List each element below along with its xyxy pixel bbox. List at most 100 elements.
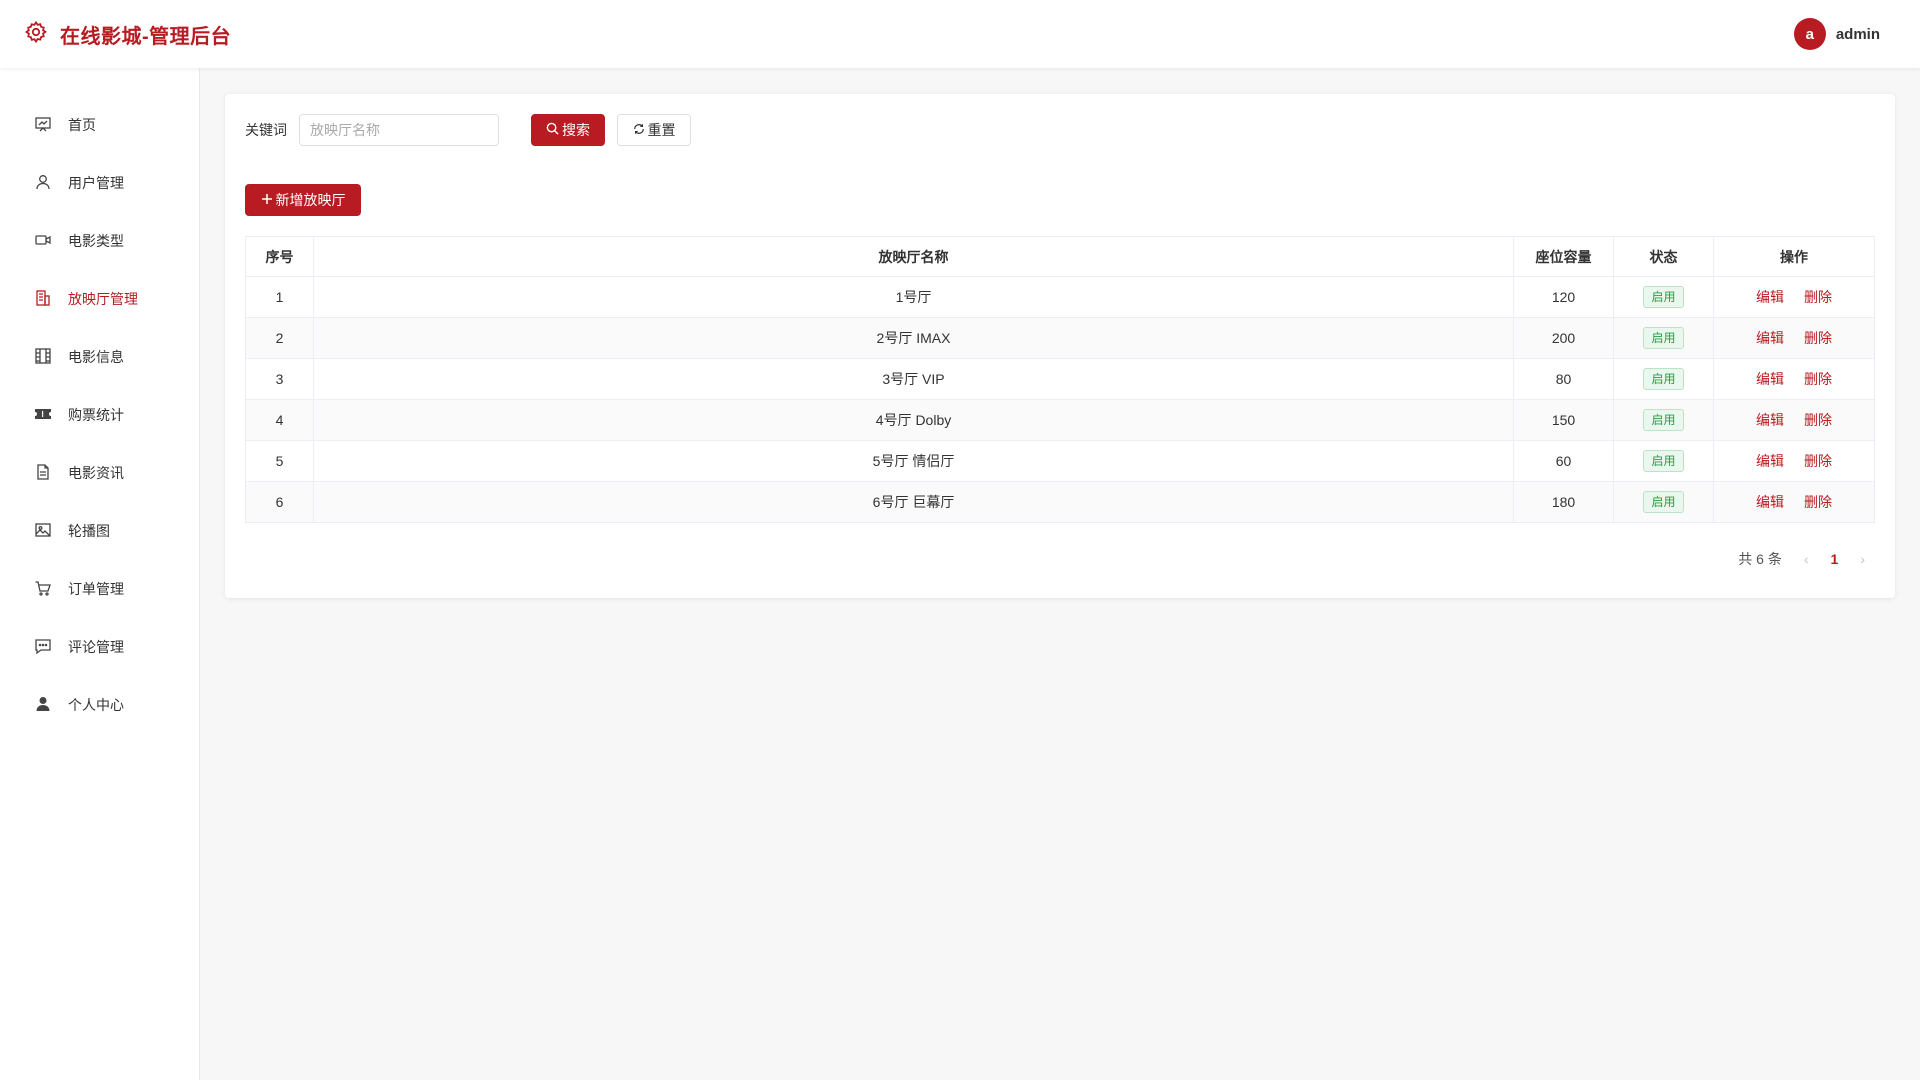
cell-actions: 编辑 删除 (1713, 440, 1875, 482)
col-name: 放映厅名称 (313, 236, 1514, 277)
table-row: 2 2号厅 IMAX 200 启用 编辑 删除 (245, 317, 1875, 359)
username[interactable]: admin (1836, 26, 1880, 43)
col-status: 状态 (1613, 236, 1714, 277)
status-badge: 启用 (1643, 450, 1684, 472)
total-count: 共 6 条 (1738, 551, 1782, 567)
sidebar-item-label: 用户管理 (68, 175, 124, 191)
edit-button[interactable]: 编辑 (1756, 492, 1784, 512)
table-row: 6 6号厅 巨幕厅 180 启用 编辑 删除 (245, 481, 1875, 523)
sidebar-item-news[interactable]: 电影资讯 (0, 444, 199, 502)
cell-actions: 编辑 删除 (1713, 317, 1875, 359)
search-bar: 关键词 搜索 重置 (245, 114, 1875, 146)
table-row: 1 1号厅 120 启用 编辑 删除 (245, 276, 1875, 318)
delete-button[interactable]: 删除 (1804, 492, 1832, 512)
cell-seats: 120 (1513, 276, 1614, 318)
sidebar-item-label: 电影资讯 (68, 465, 124, 481)
sidebar-item-label: 放映厅管理 (68, 291, 138, 307)
sidebar-item-users[interactable]: 用户管理 (0, 154, 199, 212)
cell-index: 6 (245, 481, 314, 523)
cell-seats: 80 (1513, 358, 1614, 400)
top-header: 在线影城-管理后台 a admin (0, 0, 1920, 68)
sidebar-item-carousel[interactable]: 轮播图 (0, 502, 199, 560)
edit-button[interactable]: 编辑 (1756, 410, 1784, 430)
page-number[interactable]: 1 (1831, 551, 1839, 567)
status-badge: 启用 (1643, 491, 1684, 513)
sidebar-item-profile[interactable]: 个人中心 (0, 676, 199, 734)
video-camera-icon (34, 231, 52, 252)
next-page-button[interactable]: › (1860, 551, 1865, 567)
cell-actions: 编辑 删除 (1713, 399, 1875, 441)
table-row: 4 4号厅 Dolby 150 启用 编辑 删除 (245, 399, 1875, 441)
content-card: 关键词 搜索 重置 新增放映厅 序号 放映厅名称 座位容量 状态 (225, 94, 1895, 598)
table-row: 5 5号厅 情侣厅 60 启用 编辑 删除 (245, 440, 1875, 482)
cell-seats: 180 (1513, 481, 1614, 523)
cell-index: 5 (245, 440, 314, 482)
cell-index: 4 (245, 399, 314, 441)
cell-actions: 编辑 删除 (1713, 358, 1875, 400)
edit-button[interactable]: 编辑 (1756, 369, 1784, 389)
add-hall-button[interactable]: 新增放映厅 (245, 184, 361, 216)
status-badge: 启用 (1643, 409, 1684, 431)
sidebar-item-halls[interactable]: 放映厅管理 (0, 270, 199, 328)
search-icon (546, 122, 559, 138)
app-title: 在线影城-管理后台 (60, 25, 232, 48)
sidebar-item-label: 电影信息 (68, 349, 124, 365)
delete-button[interactable]: 删除 (1804, 328, 1832, 348)
sidebar: 首页 用户管理 电影类型 放映厅管理 电影信息 购票统计 电影资讯 轮播图 订单… (0, 68, 200, 1080)
plus-icon (261, 192, 273, 208)
prev-page-button[interactable]: ‹ (1804, 551, 1809, 567)
sidebar-item-label: 电影类型 (68, 233, 124, 249)
status-badge: 启用 (1643, 368, 1684, 390)
film-grid-icon (34, 347, 52, 368)
col-actions: 操作 (1713, 236, 1875, 277)
halls-table: 序号 放映厅名称 座位容量 状态 操作 1 1号厅 120 启用 编辑 删除 2 … (245, 236, 1875, 523)
sidebar-item-movie-types[interactable]: 电影类型 (0, 212, 199, 270)
sidebar-item-label: 购票统计 (68, 407, 124, 423)
sidebar-item-comments[interactable]: 评论管理 (0, 618, 199, 676)
sidebar-item-label: 首页 (68, 117, 96, 133)
delete-button[interactable]: 删除 (1804, 451, 1832, 471)
cell-name: 2号厅 IMAX (313, 317, 1514, 359)
keyword-label: 关键词 (245, 122, 287, 138)
keyword-input[interactable] (299, 114, 499, 146)
sidebar-item-label: 评论管理 (68, 639, 124, 655)
status-badge: 启用 (1643, 286, 1684, 308)
sidebar-item-orders[interactable]: 订单管理 (0, 560, 199, 618)
reset-button[interactable]: 重置 (617, 114, 691, 146)
cell-name: 6号厅 巨幕厅 (313, 481, 1514, 523)
pagination: 共 6 条 ‹ 1 › (245, 549, 1875, 569)
sidebar-item-home[interactable]: 首页 (0, 96, 199, 154)
user-icon (34, 173, 52, 194)
sidebar-item-label: 轮播图 (68, 523, 110, 539)
col-index: 序号 (245, 236, 314, 277)
cell-index: 2 (245, 317, 314, 359)
sidebar-item-label: 个人中心 (68, 697, 124, 713)
delete-button[interactable]: 删除 (1804, 410, 1832, 430)
avatar[interactable]: a (1793, 18, 1826, 50)
edit-button[interactable]: 编辑 (1756, 287, 1784, 307)
edit-button[interactable]: 编辑 (1756, 451, 1784, 471)
dashboard-icon (34, 115, 52, 136)
user-menu[interactable]: a admin (1793, 18, 1896, 50)
table-header-row: 序号 放映厅名称 座位容量 状态 操作 (245, 236, 1875, 277)
search-button[interactable]: 搜索 (531, 114, 605, 146)
delete-button[interactable]: 删除 (1804, 287, 1832, 307)
cell-seats: 150 (1513, 399, 1614, 441)
edit-button[interactable]: 编辑 (1756, 328, 1784, 348)
sidebar-item-ticket-stats[interactable]: 购票统计 (0, 386, 199, 444)
cell-actions: 编辑 删除 (1713, 481, 1875, 523)
cell-actions: 编辑 删除 (1713, 276, 1875, 318)
brand[interactable]: 在线影城-管理后台 (24, 20, 231, 49)
document-icon (34, 463, 52, 484)
cell-name: 5号厅 情侣厅 (313, 440, 1514, 482)
cell-name: 1号厅 (313, 276, 1514, 318)
cart-icon (34, 579, 52, 600)
ticket-icon (34, 405, 52, 426)
sidebar-item-movie-info[interactable]: 电影信息 (0, 328, 199, 386)
search-button-label: 搜索 (562, 122, 590, 138)
add-hall-label: 新增放映厅 (275, 192, 346, 208)
delete-button[interactable]: 删除 (1804, 369, 1832, 389)
cell-status: 启用 (1613, 440, 1714, 482)
cell-seats: 200 (1513, 317, 1614, 359)
sidebar-item-label: 订单管理 (68, 581, 124, 597)
